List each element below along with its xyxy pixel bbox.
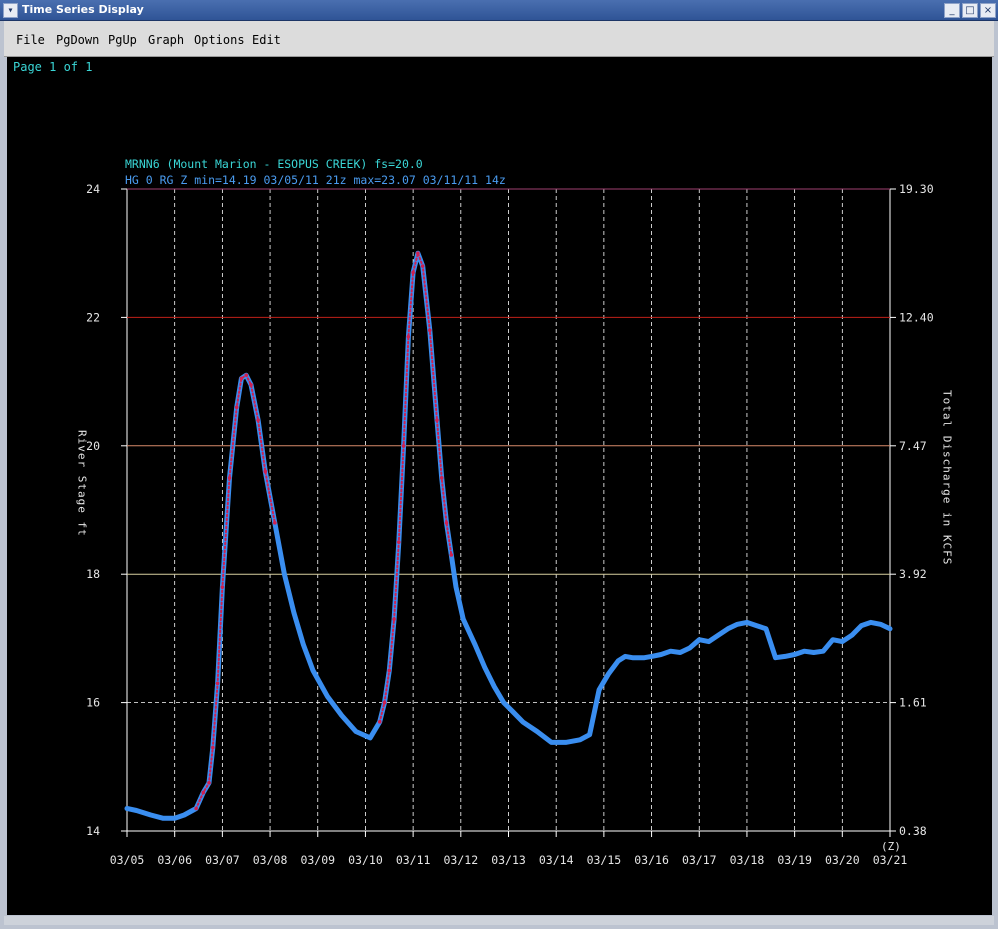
x-tick-label: 03/16 — [634, 853, 669, 867]
forecast-point — [449, 553, 454, 557]
y-tick-label: 22 — [86, 310, 100, 324]
x-tick-label: 03/11 — [396, 853, 431, 867]
menu-edit[interactable]: Edit — [252, 33, 281, 47]
forecast-point — [273, 521, 277, 525]
forecast-point — [201, 790, 206, 795]
y2-tick-label: 3.92 — [899, 567, 927, 581]
forecast-point — [239, 376, 244, 381]
y-tick-label: 24 — [86, 182, 100, 196]
x-tick-label: 03/08 — [253, 853, 288, 867]
y-tick-label: 20 — [86, 439, 100, 453]
menu-bar: File PgDown PgUp Graph Options Edit — [4, 21, 994, 57]
status-bar — [4, 916, 994, 925]
forecast-point — [420, 264, 425, 268]
forecast-point — [377, 720, 382, 724]
y2-axis-label: Total Discharge in KCFS — [941, 390, 954, 565]
forecast-point — [244, 373, 249, 377]
x-tick-label: 03/12 — [444, 853, 479, 867]
forecast-point — [215, 681, 220, 686]
window-menu-icon[interactable]: ▾ — [3, 3, 18, 18]
y2-tick-label: 1.61 — [899, 696, 927, 710]
forecast-point — [382, 700, 387, 705]
menu-file[interactable]: File — [16, 33, 45, 47]
forecast-point — [234, 405, 239, 410]
x-tick-label: 03/09 — [300, 853, 335, 867]
time-series-window: ▾ Time Series Display _ □ × File PgDown … — [0, 0, 998, 929]
maximize-icon[interactable]: □ — [962, 3, 978, 18]
forecast-point — [397, 540, 401, 544]
x-tick-label: 03/18 — [730, 853, 765, 867]
forecast-point — [411, 270, 415, 275]
menu-pgup[interactable]: PgUp — [108, 33, 137, 47]
forecast-point — [387, 668, 392, 673]
graph-canvas[interactable]: Page 1 of 1 MRNN6 (Mount Marion - ESOPUS… — [7, 57, 992, 915]
forecast-point — [211, 745, 215, 750]
forecast-point — [256, 418, 260, 422]
y-tick-label: 14 — [86, 824, 100, 838]
menu-graph[interactable]: Graph — [148, 33, 184, 47]
forecast-point — [416, 251, 420, 255]
time-series-chart: Page 1 of 1 MRNN6 (Mount Marion - ESOPUS… — [13, 60, 954, 867]
forecast-point — [249, 383, 253, 387]
forecast-point — [227, 476, 232, 480]
x-tick-label: 03/19 — [777, 853, 812, 867]
x-tick-label: 03/10 — [348, 853, 383, 867]
forecast-point — [428, 328, 432, 333]
forecast-point — [444, 521, 449, 525]
forecast-point — [263, 469, 268, 474]
y2-tick-label: 19.30 — [899, 182, 934, 196]
close-icon[interactable]: × — [980, 3, 996, 18]
x-tick-label: 03/07 — [205, 853, 240, 867]
forecast-point — [194, 806, 198, 811]
y2-tick-label: 12.40 — [899, 310, 934, 324]
y-tick-label: 18 — [86, 567, 100, 581]
forecast-point — [401, 444, 406, 448]
window-title: Time Series Display — [22, 3, 144, 16]
y2-tick-label: 0.38 — [899, 824, 927, 838]
x-tick-label: 03/17 — [682, 853, 717, 867]
menu-pgdown[interactable]: PgDown — [56, 33, 99, 47]
forecast-point — [435, 418, 439, 422]
chart-title: MRNN6 (Mount Marion - ESOPUS CREEK) fs=2… — [125, 157, 423, 171]
minimize-icon[interactable]: _ — [944, 3, 960, 18]
y2-tick-label: 7.47 — [899, 439, 927, 453]
x-tick-label: 03/06 — [157, 853, 192, 867]
x-tick-label: 03/13 — [491, 853, 526, 867]
title-bar[interactable]: ▾ Time Series Display _ □ × — [0, 0, 998, 21]
forecast-point — [392, 617, 396, 621]
x-tick-label: 03/20 — [825, 853, 860, 867]
x-tick-label: 03/15 — [587, 853, 622, 867]
forecast-point — [439, 476, 444, 480]
x-tick-label: 03/14 — [539, 853, 574, 867]
page-label: Page 1 of 1 — [13, 60, 92, 74]
forecast-point — [220, 585, 225, 589]
menu-options[interactable]: Options — [194, 33, 245, 47]
x-tick-label: 03/05 — [110, 853, 145, 867]
forecast-point — [406, 334, 411, 339]
forecast-point — [207, 781, 211, 785]
chart-subtitle: HG 0 RG Z min=14.19 03/05/11 21z max=23.… — [125, 173, 506, 187]
x-unit-label: (Z) — [881, 840, 901, 853]
x-tick-label: 03/21 — [873, 853, 908, 867]
y-tick-label: 16 — [86, 696, 100, 710]
